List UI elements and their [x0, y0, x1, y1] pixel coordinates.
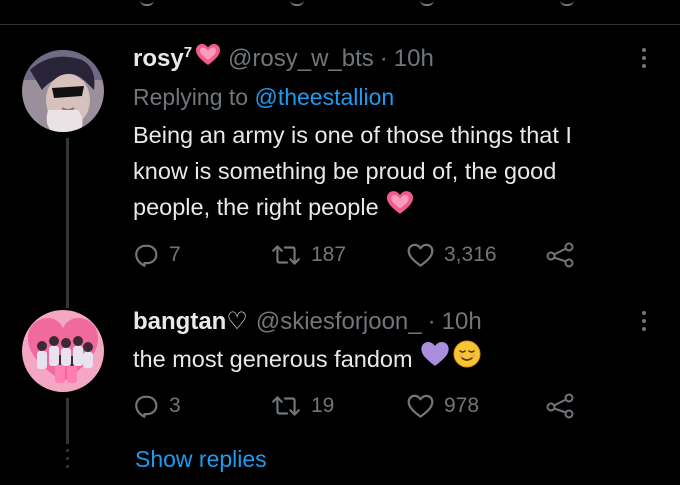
share-icon	[545, 393, 575, 419]
reply-icon	[133, 242, 159, 268]
tweet-actions: 7 187 3,316	[133, 238, 593, 272]
tweet-text-line: Being an army is one of those things tha…	[133, 122, 572, 148]
like-count: 3,316	[444, 243, 497, 266]
reply-icon-partial	[140, 0, 154, 6]
separator: ·	[379, 44, 388, 72]
share-icon-partial	[560, 0, 574, 6]
show-replies-link[interactable]: Show replies	[135, 446, 267, 473]
more-icon[interactable]	[636, 44, 652, 74]
thread-dot	[66, 449, 69, 452]
username[interactable]: @skiesforjoon_	[256, 308, 422, 336]
username[interactable]: @rosy_w_bts	[228, 45, 374, 73]
tweet-header: bangtan♡ @skiesforjoon_ · 10h	[133, 307, 482, 336]
more-icon[interactable]	[636, 307, 652, 337]
thread-dot	[66, 465, 69, 468]
retweet-icon	[271, 242, 301, 268]
share-button[interactable]	[545, 242, 575, 268]
retweet-icon-partial	[290, 0, 304, 6]
thread-connector	[66, 138, 69, 308]
retweet-count: 187	[311, 243, 347, 266]
previous-tweet-actions	[0, 0, 680, 25]
timestamp[interactable]: 10h	[442, 308, 482, 336]
relieved-face-emoji	[453, 340, 481, 378]
tweet-text: the most generous fandom	[133, 340, 653, 378]
pink-heart-emoji	[196, 44, 221, 73]
retweet-button[interactable]: 19	[271, 393, 407, 419]
tweet-text-line: people, the right people	[133, 189, 653, 225]
share-icon	[545, 242, 575, 268]
reply-button[interactable]: 3	[133, 393, 271, 419]
purple-heart-emoji	[420, 341, 449, 377]
thread-dot	[66, 457, 69, 460]
share-button[interactable]	[545, 393, 575, 419]
avatar[interactable]	[22, 50, 104, 132]
display-name[interactable]: bangtan♡	[133, 307, 248, 336]
avatar[interactable]	[22, 310, 104, 392]
timestamp[interactable]: 10h	[394, 45, 434, 73]
reply-button[interactable]: 7	[133, 242, 271, 268]
separator: ·	[427, 307, 436, 335]
pink-heart-emoji	[386, 189, 413, 225]
retweet-icon	[271, 393, 301, 419]
like-button[interactable]: 3,316	[407, 243, 545, 268]
tweet-text-line: know is something be proud of, the good	[133, 158, 557, 184]
replying-to: Replying to @theestallion	[133, 84, 395, 110]
tweet-header: rosy7 @rosy_w_bts · 10h	[133, 44, 434, 73]
reply-count: 7	[169, 243, 181, 266]
heart-icon-partial	[420, 0, 434, 6]
like-button[interactable]: 978	[407, 394, 545, 419]
tweet-text: Being an army is one of those things tha…	[133, 117, 653, 225]
heart-icon	[407, 394, 434, 419]
thread-connector	[66, 398, 69, 444]
display-name[interactable]: rosy7	[133, 44, 192, 73]
heart-icon	[407, 243, 434, 268]
reply-icon	[133, 393, 159, 419]
like-count: 978	[444, 394, 480, 417]
retweet-button[interactable]: 187	[271, 242, 407, 268]
replying-to-link[interactable]: @theestallion	[254, 84, 394, 110]
retweet-count: 19	[311, 394, 335, 417]
tweet-actions: 3 19 978	[133, 389, 593, 423]
reply-count: 3	[169, 394, 181, 417]
